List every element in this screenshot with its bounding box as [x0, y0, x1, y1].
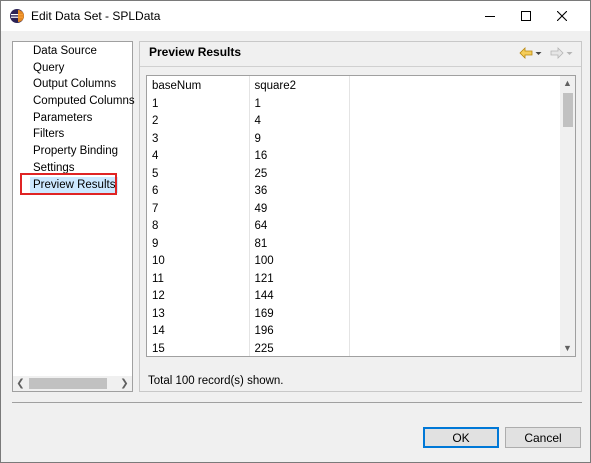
cell-basenum: 9 [147, 235, 250, 253]
cell-square2: 225 [249, 340, 350, 356]
back-arrow-icon[interactable] [519, 47, 533, 59]
table-row[interactable]: 24 [147, 112, 562, 130]
cell-square2: 81 [249, 235, 350, 253]
minimize-button[interactable] [472, 1, 508, 31]
cell-square2: 16 [249, 147, 350, 165]
ok-button[interactable]: OK [423, 427, 499, 448]
scroll-down-icon[interactable]: ▼ [560, 341, 575, 356]
maximize-button[interactable] [508, 1, 544, 31]
sidebar-horizontal-scrollbar[interactable]: ❮ ❯ [13, 376, 132, 391]
sidebar-item-computed-columns[interactable]: Computed Columns [33, 93, 135, 109]
table-row[interactable]: 6 36 [147, 182, 562, 200]
table-row[interactable]: 10 100 [147, 252, 562, 270]
cell-basenum: 13 [147, 305, 250, 323]
cell-square2: 36 [249, 182, 350, 200]
scroll-right-icon[interactable]: ❯ [117, 376, 132, 391]
minimize-icon [485, 16, 495, 17]
close-button[interactable] [544, 1, 580, 31]
sidebar-nav: Data Source Query Output Columns Compute… [12, 41, 135, 392]
table-row[interactable]: 9 81 [147, 235, 562, 253]
cell-basenum: 7 [147, 200, 250, 218]
page-title: Preview Results [149, 45, 242, 59]
cell-square2: 1 [249, 95, 350, 113]
scroll-left-icon[interactable]: ❮ [13, 376, 28, 391]
column-header-empty [349, 76, 562, 95]
eclipse-icon [10, 9, 24, 23]
table-vertical-scrollbar[interactable]: ▲ ▼ [560, 76, 575, 356]
cell-square2: 64 [249, 217, 350, 235]
sidebar-item-property-binding[interactable]: Property Binding [33, 143, 118, 159]
history-nav [519, 45, 573, 61]
cell-square2: 196 [249, 322, 350, 340]
sidebar-item-data-source[interactable]: Data Source [33, 43, 97, 59]
table-row[interactable]: 11 [147, 95, 562, 113]
table-row[interactable]: 39 [147, 130, 562, 148]
back-dropdown-icon[interactable] [535, 47, 542, 59]
table-row[interactable]: 14 196 [147, 322, 562, 340]
cell-basenum: 6 [147, 182, 250, 200]
window-title: Edit Data Set - SPLData [31, 9, 161, 23]
cell-basenum: 3 [147, 130, 250, 148]
cell-basenum: 15 [147, 340, 250, 356]
table-row[interactable]: 12 144 [147, 287, 562, 305]
table-row[interactable]: 4 16 [147, 147, 562, 165]
scroll-up-icon[interactable]: ▲ [560, 76, 575, 91]
forward-arrow-icon [550, 47, 564, 59]
forward-dropdown-icon [566, 52, 573, 55]
table-row[interactable]: 7 49 [147, 200, 562, 218]
cell-basenum: 12 [147, 287, 250, 305]
selection-highlight-box [20, 173, 117, 195]
preview-panel: Preview Results baseNum square2 1 1 2 4 … [139, 41, 582, 392]
sidebar-item-filters[interactable]: Filters [33, 126, 64, 142]
record-count-label: Total 100 record(s) shown. [148, 375, 284, 387]
cell-square2: 144 [249, 287, 350, 305]
scrollbar-thumb[interactable] [563, 93, 573, 127]
table-row[interactable]: 11 121 [147, 270, 562, 288]
cell-square2: 25 [249, 165, 350, 183]
scrollbar-thumb[interactable] [29, 378, 107, 389]
cell-basenum: 8 [147, 217, 250, 235]
cancel-button[interactable]: Cancel [505, 427, 581, 448]
sidebar-item-output-columns[interactable]: Output Columns [33, 76, 116, 92]
cell-basenum: 11 [147, 270, 250, 288]
close-icon [557, 11, 567, 21]
cell-square2: 4 [249, 112, 350, 130]
panel-divider [140, 66, 581, 67]
cell-basenum: 5 [147, 165, 250, 183]
cell-basenum: 4 [147, 147, 250, 165]
table-row[interactable]: 15 225 [147, 340, 562, 356]
title-bar: Edit Data Set - SPLData [1, 1, 590, 31]
table-row[interactable]: 5 25 [147, 165, 562, 183]
cell-basenum: 2 [147, 112, 250, 130]
cell-square2: 9 [249, 130, 350, 148]
table-header-row: baseNum square2 [147, 76, 562, 95]
maximize-icon [521, 11, 531, 21]
table-row[interactable]: 8 64 [147, 217, 562, 235]
cell-square2: 49 [249, 200, 350, 218]
cell-basenum: 10 [147, 252, 250, 270]
sidebar-item-parameters[interactable]: Parameters [33, 110, 92, 126]
table-row[interactable]: 13 169 [147, 305, 562, 323]
column-header-basenum[interactable]: baseNum [147, 76, 250, 95]
footer-divider [12, 402, 582, 403]
cell-square2: 121 [249, 270, 350, 288]
results-table-container: baseNum square2 11 24 39 4 16 5 25 6 36 7 49… [146, 75, 576, 357]
column-header-square2[interactable]: square2 [249, 76, 350, 95]
cell-square2: 169 [249, 305, 350, 323]
cell-basenum: 14 [147, 322, 250, 340]
cell-basenum: 1 [147, 95, 250, 113]
sidebar-item-query[interactable]: Query [33, 60, 64, 76]
dialog-window: Edit Data Set - SPLData Data Source Quer… [0, 0, 591, 463]
cell-square2: 100 [249, 252, 350, 270]
results-table: baseNum square2 11 24 39 4 16 5 25 6 36 7 49… [147, 76, 562, 356]
